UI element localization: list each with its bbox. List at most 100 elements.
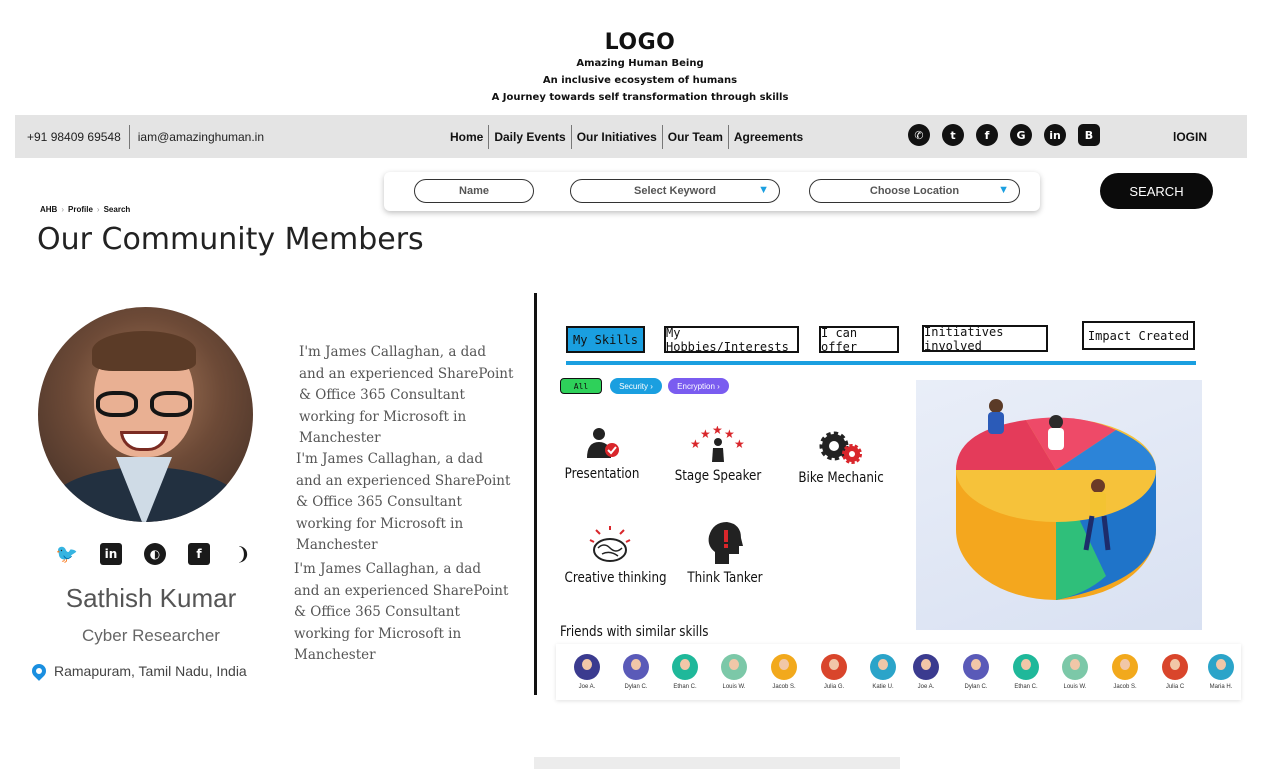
tab-i-can-offer[interactable]: I can offer [819, 326, 899, 354]
github-icon[interactable]: ◐ [144, 543, 166, 565]
friend-avatar [623, 654, 649, 680]
search-button[interactable]: SEARCH [1100, 173, 1213, 209]
bio-paragraph: I'm James Callaghan, a dad and an experi… [294, 561, 509, 663]
linkedin-icon[interactable]: in [100, 543, 122, 565]
facebook-icon[interactable]: f [976, 124, 998, 146]
stage-speaker-icon: ★ ★ ★ ★ ★ [666, 426, 770, 462]
friend-name: Ethan C. [1014, 684, 1038, 690]
friends-strip: Joe A. Dylan C. Ethan C. Louis W. Jacob … [556, 644, 1241, 700]
breadcrumb-ahb[interactable]: AHB [40, 205, 57, 214]
menu-daily-events[interactable]: Daily Events [489, 130, 570, 144]
svg-text:★: ★ [712, 426, 723, 437]
menu-home[interactable]: Home [445, 130, 488, 144]
location-select[interactable]: Choose Location ▼ [809, 179, 1020, 203]
friend-item[interactable]: Julia C [1155, 654, 1195, 690]
friend-avatar [771, 654, 797, 680]
filter-chip-all[interactable]: All [560, 378, 602, 394]
avatar-glasses [96, 391, 192, 417]
friend-item[interactable]: Dylan C. [616, 654, 656, 690]
tab-my-skills[interactable]: My Skills [566, 326, 645, 353]
profile-name: Sathish Kumar [65, 583, 237, 613]
vertical-divider [534, 293, 537, 695]
bio-paragraph: I'm James Callaghan, a dad and an experi… [296, 451, 511, 553]
facebook-icon[interactable]: f [188, 543, 210, 565]
friend-avatar [1208, 654, 1234, 680]
gears-icon [791, 428, 889, 464]
breadcrumb-separator: › [61, 205, 65, 214]
friend-avatar [870, 654, 896, 680]
svg-text:★: ★ [700, 427, 711, 441]
google-plus-icon[interactable]: G [1010, 124, 1032, 146]
twitter-icon[interactable]: t [942, 124, 964, 146]
skills-pie-illustration [916, 380, 1202, 630]
keyword-select[interactable]: Select Keyword ▼ [570, 179, 780, 203]
skill-label: Presentation [564, 466, 640, 482]
friend-item[interactable]: Louis W. [714, 654, 754, 690]
friend-avatar [963, 654, 989, 680]
friend-avatar [574, 654, 600, 680]
tagline-2: An inclusive ecosystem of humans [542, 75, 738, 86]
skill-creative-thinking[interactable]: Creative thinking [556, 526, 670, 586]
top-navbar: +91 98409 69548 iam@amazinghuman.in Home… [15, 115, 1247, 158]
name-placeholder: Name [459, 185, 489, 197]
tagline-1: Amazing Human Being [576, 58, 704, 69]
filter-chip-encryption[interactable]: Encryption › [668, 378, 729, 394]
twitter-icon[interactable]: 🐦 [56, 543, 78, 565]
rss-icon[interactable]: ❩ [232, 543, 254, 565]
linkedin-icon[interactable]: in [1044, 124, 1066, 146]
friend-item[interactable]: Dylan C. [956, 654, 996, 690]
logo[interactable]: LOGO [0, 30, 1280, 55]
name-input[interactable]: Name [414, 179, 534, 203]
avatar-hair [92, 331, 196, 371]
friend-item[interactable]: Maria H. [1201, 654, 1241, 690]
skill-stage-speaker[interactable]: ★ ★ ★ ★ ★ Stage Speaker [666, 426, 770, 484]
friends-title: Friends with similar skills [560, 624, 709, 640]
friend-item[interactable]: Ethan C. [665, 654, 705, 690]
login-link[interactable]: lOGIN [1173, 115, 1207, 158]
tab-hobbies-interests[interactable]: My Hobbies/Interests [664, 326, 799, 354]
friend-name: Maria H. [1209, 684, 1233, 690]
whatsapp-icon[interactable]: ✆ [908, 124, 930, 146]
filter-chip-security[interactable]: Security › [610, 378, 662, 394]
skill-label: Think Tanker [687, 570, 763, 586]
menu-our-initiatives[interactable]: Our Initiatives [572, 130, 662, 144]
breadcrumb-profile[interactable]: Profile [68, 205, 93, 214]
location-placeholder: Choose Location [869, 185, 960, 197]
friend-item[interactable]: Katie U. [863, 654, 903, 690]
friend-avatar [672, 654, 698, 680]
friend-item[interactable]: Joe A. [906, 654, 946, 690]
friend-item[interactable]: Joe A. [567, 654, 607, 690]
breadcrumb-search[interactable]: Search [104, 205, 131, 214]
menu-our-team[interactable]: Our Team [663, 130, 728, 144]
friend-name: Ethan C. [673, 684, 697, 690]
breadcrumb-separator: › [96, 205, 100, 214]
friend-item[interactable]: Jacob S. [1105, 654, 1145, 690]
friend-item[interactable]: Ethan C. [1006, 654, 1046, 690]
tab-underline [566, 361, 1196, 365]
email-address[interactable]: iam@amazinghuman.in [138, 130, 264, 144]
breadcrumb: AHB › Profile › Search [40, 205, 130, 214]
tab-initiatives-involved[interactable]: Initiatives involved [922, 325, 1048, 353]
bottom-strip [534, 757, 900, 769]
bio-paragraph: I'm James Callaghan, a dad and an experi… [299, 344, 514, 446]
skill-presentation[interactable]: Presentation [556, 426, 648, 482]
friend-item[interactable]: Louis W. [1055, 654, 1095, 690]
tab-impact-created[interactable]: Impact Created [1082, 321, 1195, 350]
main-menu: Home Daily Events Our Initiatives Our Te… [445, 115, 808, 158]
skill-bike-mechanic[interactable]: Bike Mechanic [791, 428, 889, 486]
skill-label: Stage Speaker [674, 468, 762, 484]
skill-think-tanker[interactable]: Think Tanker [680, 520, 770, 586]
keyword-placeholder: Select Keyword [634, 185, 716, 197]
thinking-head-icon [680, 520, 770, 564]
profile-role: Cyber Researcher [82, 626, 220, 645]
brand-header: LOGO Amazing Human Being An inclusive ec… [0, 30, 1280, 106]
contact-info: +91 98409 69548 iam@amazinghuman.in [27, 115, 264, 158]
blogger-icon[interactable]: B [1078, 124, 1100, 146]
friend-name: Joe A. [578, 684, 596, 690]
menu-agreements[interactable]: Agreements [729, 130, 808, 144]
phone-number[interactable]: +91 98409 69548 [27, 130, 121, 144]
avatar [38, 307, 253, 522]
friend-item[interactable]: Jacob S. [764, 654, 804, 690]
friend-item[interactable]: Julia G. [814, 654, 854, 690]
location-pin-icon [29, 661, 49, 681]
